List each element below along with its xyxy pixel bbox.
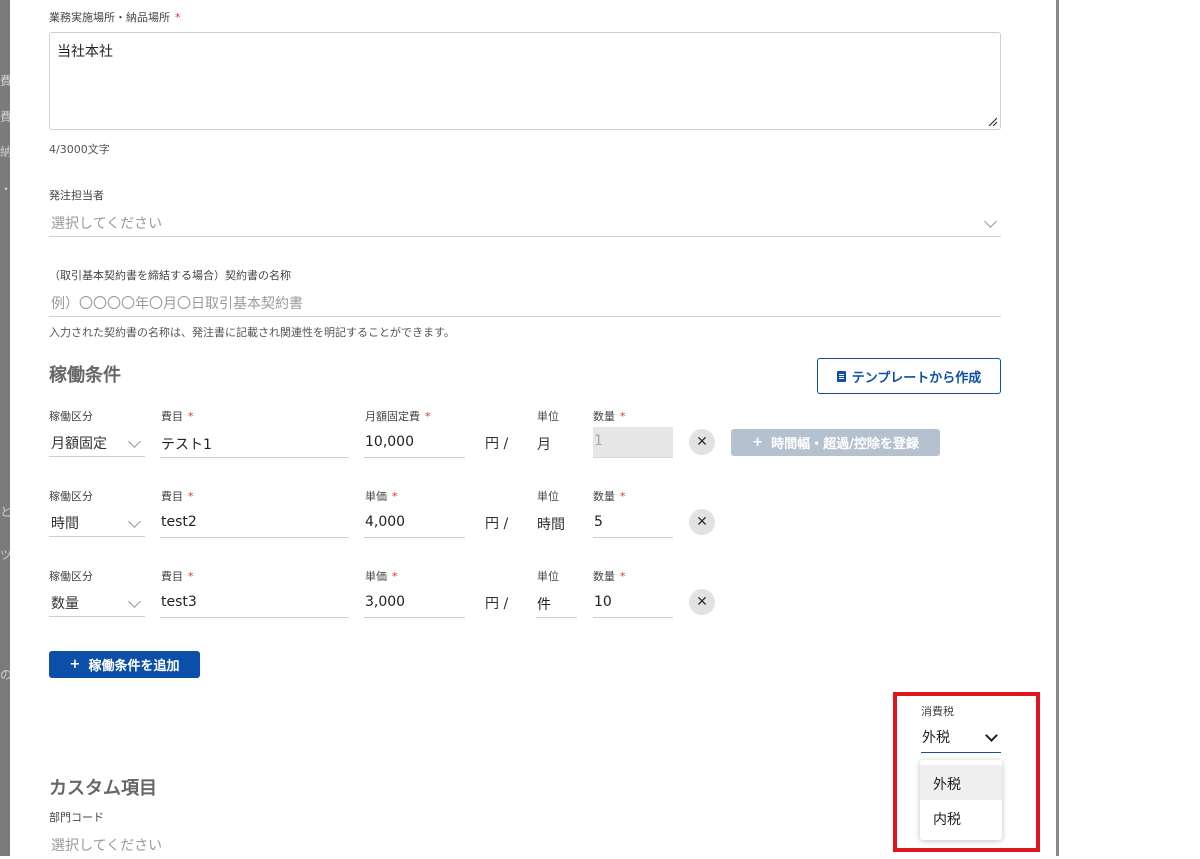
background-overlay-left	[0, 0, 10, 856]
row-item-input[interactable]: test3	[160, 588, 349, 618]
resize-handle-icon[interactable]	[987, 116, 997, 126]
row-price-label: 単価 *	[365, 570, 398, 583]
custom-items-title: カスタム項目	[49, 778, 157, 799]
contract-name-hint: 入力された契約書の名称は、発注書に記載され関連性を明記することができます。	[49, 326, 455, 339]
row-unit-value: 時間	[537, 517, 565, 533]
background-overlay-right	[1056, 0, 1200, 856]
operating-conditions-title: 稼働条件	[49, 365, 121, 386]
register-time-range-button: + 時間幅・超過/控除を登録	[731, 429, 940, 456]
dept-code-label: 部門コード	[49, 811, 104, 824]
row-unit-label: 単位	[537, 490, 559, 503]
close-icon: ✕	[696, 514, 708, 530]
row-type-select[interactable]: 時間	[49, 507, 145, 537]
remove-row-button[interactable]: ✕	[689, 589, 715, 615]
chevron-down-icon	[128, 515, 141, 528]
remove-row-button[interactable]: ✕	[689, 429, 715, 455]
background-text: と	[0, 505, 10, 519]
row-type-label: 稼働区分	[49, 570, 93, 583]
row-price-input[interactable]: 10,000	[364, 428, 465, 458]
row-qty-label: 数量 *	[593, 570, 626, 583]
row-type-label: 稼働区分	[49, 490, 93, 503]
row-unit-input[interactable]: 件	[536, 588, 577, 618]
row-item-label: 費目 *	[161, 410, 194, 423]
background-text: ・	[0, 180, 10, 197]
consumption-tax-dropdown: 外税 内税	[920, 760, 1002, 840]
row-qty-input: 1	[593, 427, 673, 458]
row-qty-label: 数量 *	[593, 410, 626, 423]
plus-icon: +	[69, 657, 81, 672]
row-qty-label: 数量 *	[593, 490, 626, 503]
remove-row-button[interactable]: ✕	[689, 509, 715, 535]
create-from-template-button[interactable]: テンプレートから作成	[817, 358, 1001, 394]
add-condition-button[interactable]: + 稼働条件を追加	[49, 651, 200, 678]
row-unit-label: 単位	[537, 410, 559, 423]
background-text: ツ	[0, 548, 10, 562]
yen-per-label: 円 /	[485, 596, 509, 612]
char-counter: 4/3000文字	[49, 143, 110, 156]
chevron-down-icon	[984, 215, 997, 228]
consumption-tax-label: 消費税	[921, 705, 954, 718]
consumption-tax-select[interactable]: 外税	[921, 722, 1001, 753]
yen-per-label: 円 /	[485, 516, 509, 532]
background-text: 納	[0, 145, 10, 159]
dropdown-option[interactable]: 外税	[920, 765, 1002, 800]
work-location-textarea[interactable]: 当社本社	[49, 32, 1001, 130]
plus-icon: +	[752, 435, 764, 450]
chevron-down-icon	[128, 595, 141, 608]
row-unit-label: 単位	[537, 570, 559, 583]
row-item-label: 費目 *	[161, 490, 194, 503]
row-type-label: 稼働区分	[49, 410, 93, 423]
row-type-select[interactable]: 数量	[49, 587, 145, 617]
row-item-input[interactable]: test2	[160, 508, 349, 538]
dropdown-option[interactable]: 内税	[920, 800, 1002, 835]
background-text: 費	[0, 74, 10, 88]
row-price-input[interactable]: 4,000	[364, 508, 465, 538]
row-price-input[interactable]: 3,000	[364, 588, 465, 618]
close-icon: ✕	[696, 434, 708, 450]
contract-name-input[interactable]: 例）〇〇〇〇年〇月〇日取引基本契約書	[49, 287, 1001, 317]
close-icon: ✕	[696, 594, 708, 610]
row-qty-input[interactable]: 5	[593, 508, 673, 538]
work-location-label: 業務実施場所・納品場所 *	[49, 11, 181, 24]
yen-per-label: 円 /	[485, 436, 509, 452]
chevron-down-icon	[128, 435, 141, 448]
document-icon	[836, 370, 846, 382]
row-price-label: 月額固定費 *	[365, 410, 431, 423]
dept-code-select[interactable]: 選択してください	[49, 829, 1001, 859]
row-qty-input[interactable]: 10	[593, 588, 673, 618]
row-unit-value: 月	[537, 437, 551, 453]
contract-name-label: （取引基本契約書を締結する場合）契約書の名称	[49, 269, 291, 282]
order-person-select[interactable]: 選択してください	[49, 207, 1001, 237]
chevron-down-icon	[985, 729, 998, 742]
background-text: 費	[0, 110, 10, 124]
background-text: の	[0, 668, 10, 682]
row-type-select[interactable]: 月額固定	[49, 427, 145, 457]
order-person-label: 発注担当者	[49, 189, 104, 202]
row-price-label: 単価 *	[365, 490, 398, 503]
row-item-label: 費目 *	[161, 570, 194, 583]
row-item-input[interactable]: テスト1	[160, 428, 349, 458]
